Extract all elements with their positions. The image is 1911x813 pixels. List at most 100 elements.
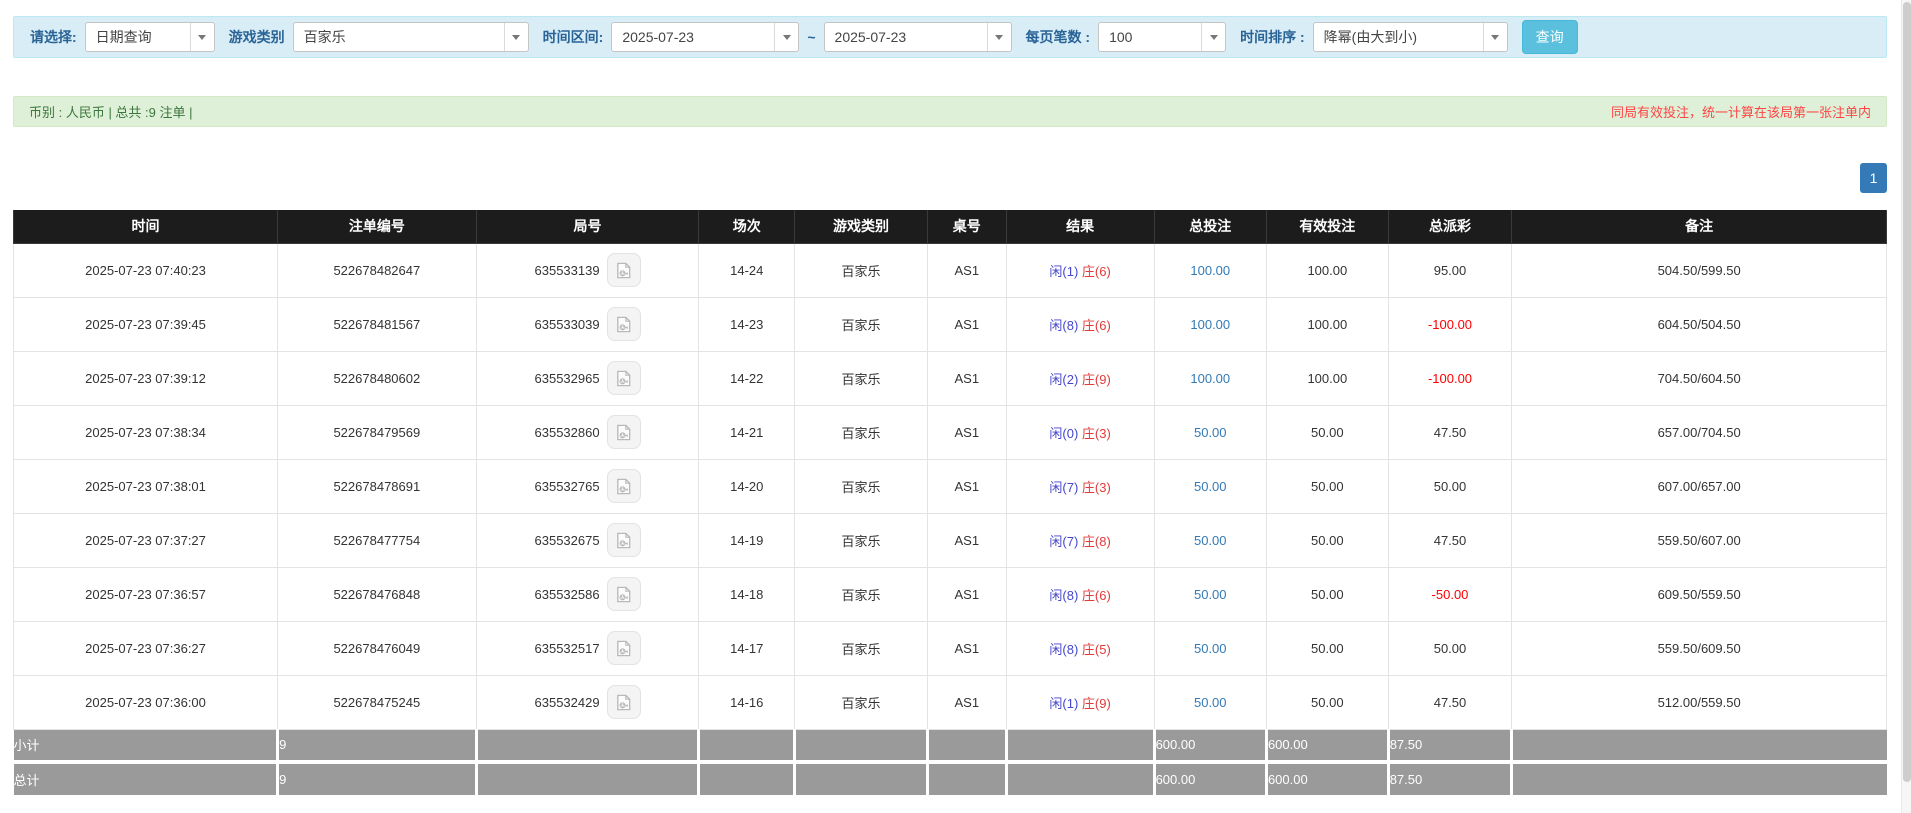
- cell-total-bet: 50.00: [1153, 674, 1267, 730]
- cell-valid-bet: 100.00: [1265, 350, 1389, 406]
- cell-round-id: 635532517: [475, 620, 700, 676]
- subtotal-payout: 87.50: [1386, 728, 1512, 762]
- round-id-value: 635532965: [534, 370, 600, 386]
- cell-bet-id: 522678477754: [277, 512, 477, 568]
- col-header-payout: 总派彩: [1387, 210, 1513, 244]
- cell-game-type: 百家乐: [794, 620, 928, 676]
- cell-time: 2025-07-23 07:36:00: [12, 674, 279, 730]
- round-id-value: 635533139: [534, 262, 600, 278]
- cell-round-id: 635532765: [475, 458, 700, 514]
- cell-time: 2025-07-23 07:39:45: [12, 296, 279, 352]
- total-bet-link[interactable]: 50.00: [1194, 695, 1227, 710]
- game-type-select[interactable]: 百家乐: [292, 22, 529, 52]
- time-range-label: 时间区间:: [542, 29, 604, 45]
- cell-payout: 50.00: [1387, 620, 1513, 676]
- page-1-button[interactable]: 1: [1860, 163, 1887, 193]
- video-replay-icon[interactable]: [606, 415, 641, 449]
- total-bet-link[interactable]: 100.00: [1190, 317, 1230, 332]
- game-type-value: 百家乐: [303, 29, 346, 45]
- table-row: 2025-07-23 07:39:12 522678480602 6355329…: [12, 350, 1887, 406]
- cell-result: 闲(8) 庄(6): [1005, 296, 1155, 352]
- scrollbar-thumb[interactable]: [1903, 2, 1911, 782]
- date-from-value: 2025-07-23: [622, 29, 694, 45]
- table-row: 2025-07-23 07:36:00 522678475245 6355324…: [12, 674, 1887, 730]
- vertical-scrollbar[interactable]: [1901, 0, 1911, 813]
- sort-order-select[interactable]: 降幂(由大到小): [1312, 22, 1508, 52]
- subtotal-count: 9: [276, 728, 477, 762]
- cell-remark: 607.00/657.00: [1511, 458, 1887, 514]
- page-root: 请选择: 日期查询 游戏类别 百家乐 时间区间: 2025-07-23 ~ 20…: [0, 0, 1911, 795]
- subtotal-total-bet: 600.00: [1152, 728, 1267, 762]
- cell-valid-bet: 100.00: [1265, 296, 1389, 352]
- cell-payout: 95.00: [1387, 242, 1513, 298]
- cell-payout: 47.50: [1387, 512, 1513, 568]
- total-bet-link[interactable]: 100.00: [1190, 263, 1230, 278]
- cell-game-type: 百家乐: [794, 512, 928, 568]
- cell-table-no: AS1: [926, 566, 1007, 622]
- video-replay-icon[interactable]: [606, 631, 641, 665]
- cell-result: 闲(7) 庄(8): [1005, 512, 1155, 568]
- result-player: 闲(1): [1049, 695, 1079, 711]
- cell-total-bet: 50.00: [1153, 620, 1267, 676]
- cell-time: 2025-07-23 07:36:27: [12, 620, 279, 676]
- cell-remark: 559.50/609.50: [1511, 620, 1887, 676]
- table-row: 2025-07-23 07:40:23 522678482647 6355331…: [12, 242, 1887, 298]
- cell-remark: 559.50/607.00: [1511, 512, 1887, 568]
- cell-round-id: 635533039: [475, 296, 700, 352]
- cell-session: 14-16: [698, 674, 795, 730]
- total-bet-link[interactable]: 50.00: [1194, 533, 1227, 548]
- col-header-bet-id: 注单编号: [277, 210, 477, 244]
- video-replay-icon[interactable]: [606, 685, 641, 719]
- result-banker: 庄(3): [1081, 479, 1111, 495]
- cell-result: 闲(0) 庄(3): [1005, 404, 1155, 460]
- cell-bet-id: 522678480602: [277, 350, 477, 406]
- bet-records-table: 时间 注单编号 局号 场次 游戏类别 桌号 结果 总投注 有效投注 总派彩 备注…: [12, 210, 1887, 795]
- date-to-select[interactable]: 2025-07-23: [823, 22, 1012, 52]
- query-button[interactable]: 查询: [1521, 20, 1578, 54]
- cell-valid-bet: 50.00: [1265, 404, 1389, 460]
- round-id-value: 635532586: [534, 586, 600, 602]
- cell-game-type: 百家乐: [794, 296, 928, 352]
- result-banker: 庄(5): [1081, 641, 1111, 657]
- game-type-label: 游戏类别: [228, 29, 285, 45]
- result-player: 闲(1): [1049, 263, 1079, 279]
- cell-payout: 47.50: [1387, 404, 1513, 460]
- total-bet-link[interactable]: 50.00: [1194, 587, 1227, 602]
- video-replay-icon[interactable]: [606, 307, 641, 341]
- page-size-select[interactable]: 100: [1098, 22, 1227, 52]
- result-player: 闲(7): [1049, 479, 1079, 495]
- total-bet-link[interactable]: 50.00: [1194, 479, 1227, 494]
- sort-order-value: 降幂(由大到小): [1323, 29, 1417, 45]
- total-bet-link[interactable]: 100.00: [1190, 371, 1230, 386]
- date-from-select[interactable]: 2025-07-23: [611, 22, 800, 52]
- video-replay-icon[interactable]: [606, 523, 641, 557]
- total-bet-link[interactable]: 50.00: [1194, 425, 1227, 440]
- cell-time: 2025-07-23 07:38:01: [12, 458, 279, 514]
- cell-valid-bet: 50.00: [1265, 458, 1389, 514]
- round-id-value: 635532517: [534, 640, 600, 656]
- cell-game-type: 百家乐: [794, 350, 928, 406]
- total-label: 总计: [13, 760, 278, 795]
- cell-result: 闲(8) 庄(6): [1005, 566, 1155, 622]
- video-replay-icon[interactable]: [606, 253, 641, 287]
- cell-table-no: AS1: [926, 296, 1007, 352]
- video-replay-icon[interactable]: [606, 469, 641, 503]
- video-replay-icon[interactable]: [606, 361, 641, 395]
- cell-payout: -100.00: [1387, 350, 1513, 406]
- query-type-select[interactable]: 日期查询: [84, 22, 215, 52]
- cell-session: 14-23: [698, 296, 795, 352]
- same-round-notice-text: 同局有效投注，统一计算在该局第一张注单内: [1610, 105, 1871, 120]
- total-count: 9: [276, 760, 477, 795]
- cell-bet-id: 522678476049: [277, 620, 477, 676]
- cell-remark: 504.50/599.50: [1511, 242, 1887, 298]
- col-header-session: 场次: [698, 210, 795, 244]
- cell-valid-bet: 100.00: [1265, 242, 1389, 298]
- cell-round-id: 635533139: [475, 242, 700, 298]
- cell-game-type: 百家乐: [794, 404, 928, 460]
- col-header-game-type: 游戏类别: [794, 210, 928, 244]
- col-header-result: 结果: [1005, 210, 1155, 244]
- cell-remark: 609.50/559.50: [1511, 566, 1887, 622]
- video-replay-icon[interactable]: [606, 577, 641, 611]
- chevron-down-icon: [1482, 23, 1507, 51]
- total-bet-link[interactable]: 50.00: [1194, 641, 1227, 656]
